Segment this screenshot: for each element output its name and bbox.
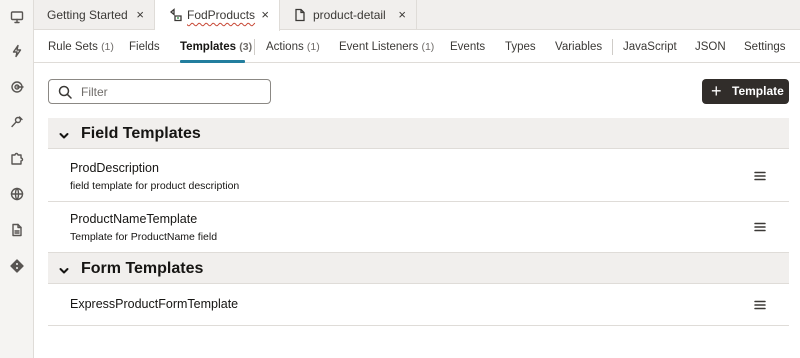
template-name: ProductNameTemplate: [70, 212, 198, 226]
close-icon[interactable]: ×: [136, 8, 144, 22]
section-header-form-templates[interactable]: Form Templates: [48, 253, 789, 284]
git-icon[interactable]: [0, 251, 33, 281]
template-description: Template for ProductName field: [70, 231, 218, 243]
subtab-types[interactable]: Types: [505, 40, 536, 54]
tab-getting-started[interactable]: Getting Started ×: [34, 0, 155, 30]
filter-input[interactable]: [81, 84, 261, 100]
subtab-divider: [254, 39, 255, 55]
puzzle-icon[interactable]: [0, 143, 33, 173]
close-icon[interactable]: ×: [398, 8, 406, 22]
search-icon: [58, 85, 72, 99]
hamburger-menu-icon[interactable]: [754, 298, 768, 312]
close-icon[interactable]: ×: [261, 8, 269, 22]
section-header-field-templates[interactable]: Field Templates: [48, 118, 789, 149]
template-description: field template for product description: [70, 180, 240, 192]
subtab-actions[interactable]: Actions (1): [266, 40, 320, 54]
subtab-fields[interactable]: Fields: [129, 40, 160, 54]
active-tab-indicator: [180, 60, 245, 63]
template-name: ProdDescription: [70, 161, 159, 175]
hamburger-menu-icon[interactable]: [754, 220, 768, 234]
add-template-button[interactable]: + Template: [702, 79, 789, 104]
pin-icon[interactable]: [0, 107, 33, 137]
hamburger-menu-icon[interactable]: [754, 169, 768, 183]
list-item[interactable]: ProdDescription field template for produ…: [48, 150, 789, 202]
section-title: Field Templates: [81, 125, 201, 142]
globe-icon[interactable]: [0, 179, 33, 209]
subtab-templates[interactable]: Templates (3): [180, 40, 252, 54]
document-tab-bar: Getting Started × FodProducts × product-…: [34, 0, 800, 31]
subtab-event-listeners[interactable]: Event Listeners (1): [339, 40, 434, 54]
subtab-rule-sets[interactable]: Rule Sets (1): [48, 40, 114, 54]
template-name: ExpressProductFormTemplate: [70, 297, 239, 311]
page-icon: [293, 8, 307, 22]
add-template-label: Template: [732, 84, 784, 98]
list-item[interactable]: ProductNameTemplate Template for Product…: [48, 202, 789, 253]
subtab-javascript[interactable]: JavaScript: [623, 40, 677, 54]
activity-rail: [0, 0, 34, 358]
section-title: Form Templates: [81, 260, 204, 277]
subtab-variables[interactable]: Variables: [555, 40, 602, 54]
chevron-down-icon[interactable]: [59, 263, 69, 274]
chevron-down-icon[interactable]: [59, 128, 69, 139]
subtab-settings[interactable]: Settings: [744, 40, 786, 54]
plus-icon: +: [711, 81, 722, 101]
monitor-icon[interactable]: [0, 2, 33, 32]
editor-subtabs: Rule Sets (1) Fields Templates (3) Actio…: [34, 31, 800, 63]
filter-field[interactable]: [48, 79, 271, 104]
rules-icon: [169, 8, 183, 22]
list-item[interactable]: ExpressProductFormTemplate: [48, 285, 789, 326]
lightning-icon[interactable]: [0, 36, 33, 66]
circle-target-icon[interactable]: [0, 72, 33, 102]
tab-label: product-detail: [313, 8, 386, 22]
document-icon[interactable]: [0, 215, 33, 245]
tab-label: Getting Started: [47, 8, 128, 22]
tab-fodproducts[interactable]: FodProducts ×: [155, 0, 280, 31]
tab-product-detail[interactable]: product-detail ×: [280, 0, 417, 30]
subtab-divider: [612, 39, 613, 55]
subtab-json[interactable]: JSON: [695, 40, 726, 54]
tab-label: FodProducts: [187, 8, 256, 22]
subtab-events[interactable]: Events: [450, 40, 485, 54]
